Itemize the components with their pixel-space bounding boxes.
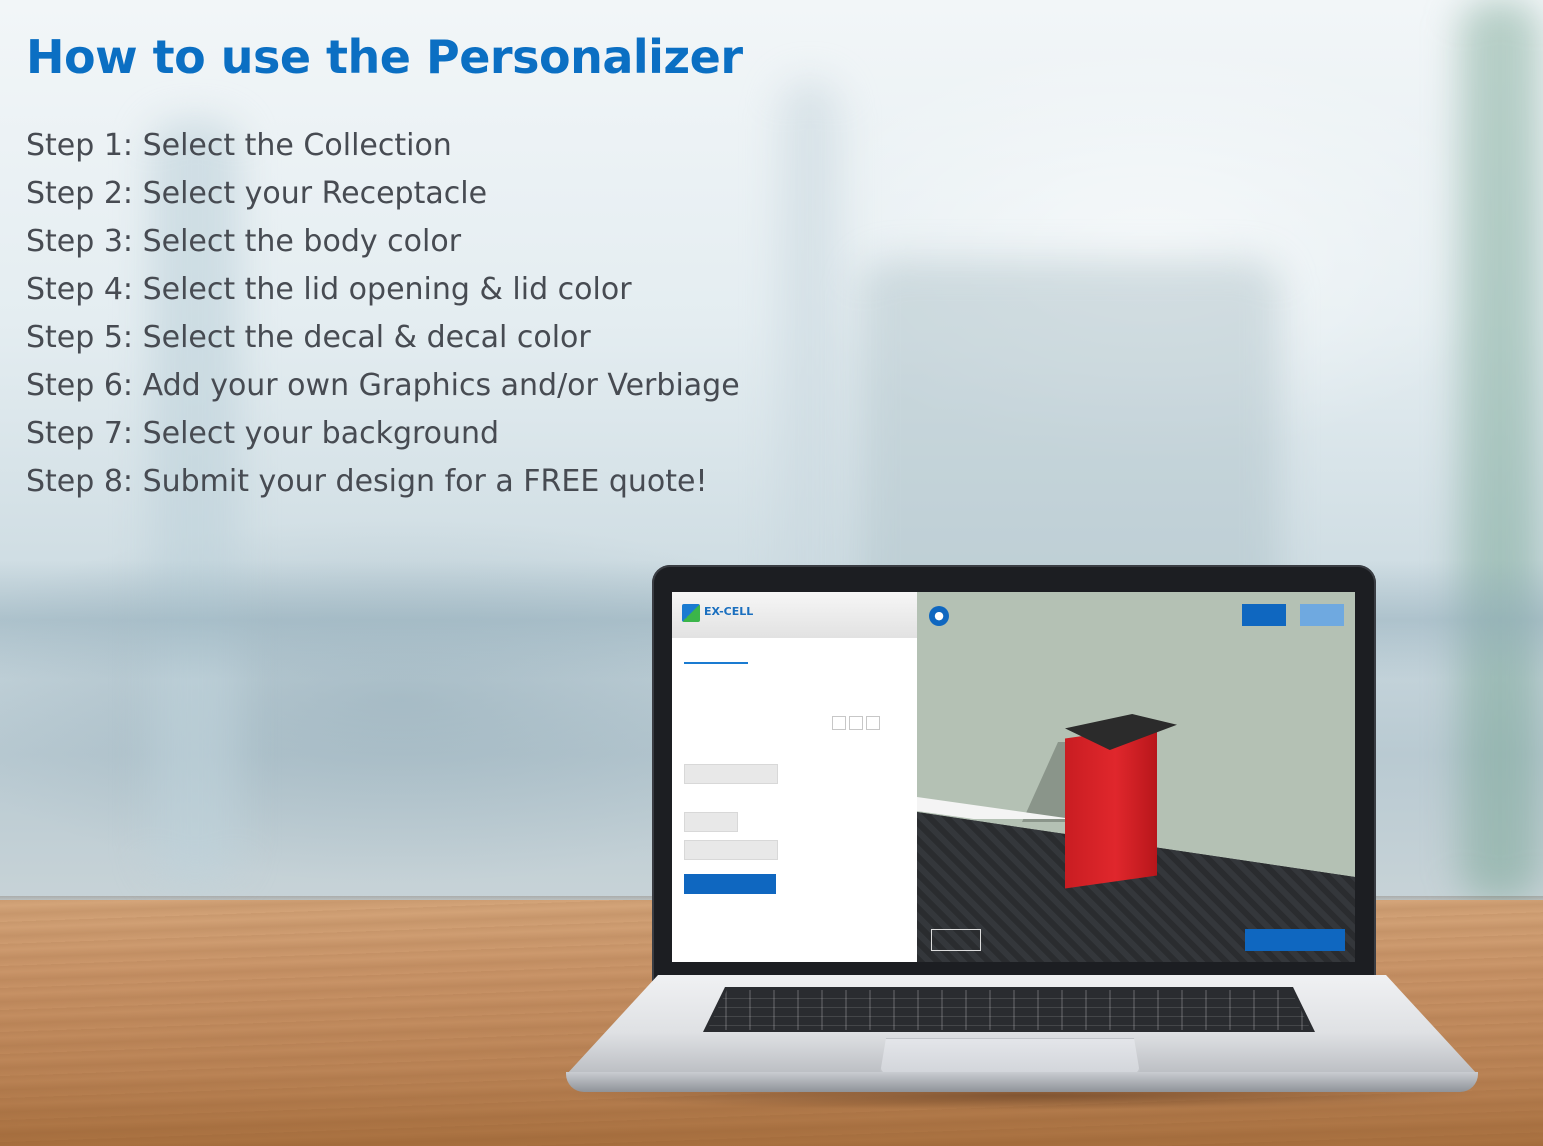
mini-select	[684, 812, 738, 832]
step-item: Step 3: Select the body color	[26, 224, 462, 259]
step-item: Step 4: Select the lid opening & lid col…	[26, 272, 632, 307]
logo-icon	[682, 604, 700, 622]
personalizer-sidebar: EX-CELL	[672, 592, 918, 962]
keyboard-keys	[707, 990, 1311, 1030]
info-circle-icon: ●	[929, 606, 949, 626]
blurred-plant	[1460, 0, 1540, 900]
step-item: Step 5: Select the decal & decal color	[26, 320, 591, 355]
mini-button	[684, 874, 776, 894]
page-title: How to use the Personalizer	[26, 30, 743, 84]
step-item: Step 2: Select your Receptacle	[26, 176, 488, 211]
step-item: Step 7: Select your background	[26, 416, 500, 451]
step-item: Step 1: Select the Collection	[26, 128, 452, 163]
mini-select	[684, 764, 778, 784]
mini-button	[931, 929, 981, 951]
view-toggle-icons	[832, 715, 883, 734]
mini-button	[1245, 929, 1345, 951]
laptop-screen: EX-CELL ●	[672, 592, 1355, 962]
sidebar-header: EX-CELL	[672, 592, 917, 638]
steps-list: Step 1: Select the Collection Step 2: Se…	[26, 122, 740, 506]
mini-button	[1300, 604, 1344, 626]
logo-text: EX-CELL	[704, 605, 754, 618]
3d-preview-viewport: ●	[917, 592, 1355, 962]
step-item: Step 8: Submit your design for a FREE qu…	[26, 464, 708, 499]
laptop-base-edge	[566, 1072, 1478, 1092]
receptacle-body	[1065, 725, 1157, 889]
mini-select	[684, 840, 778, 860]
laptop-trackpad	[880, 1038, 1140, 1074]
mini-button	[1242, 604, 1286, 626]
step-item: Step 6: Add your own Graphics and/or Ver…	[26, 368, 740, 403]
active-tab-indicator	[684, 662, 748, 664]
